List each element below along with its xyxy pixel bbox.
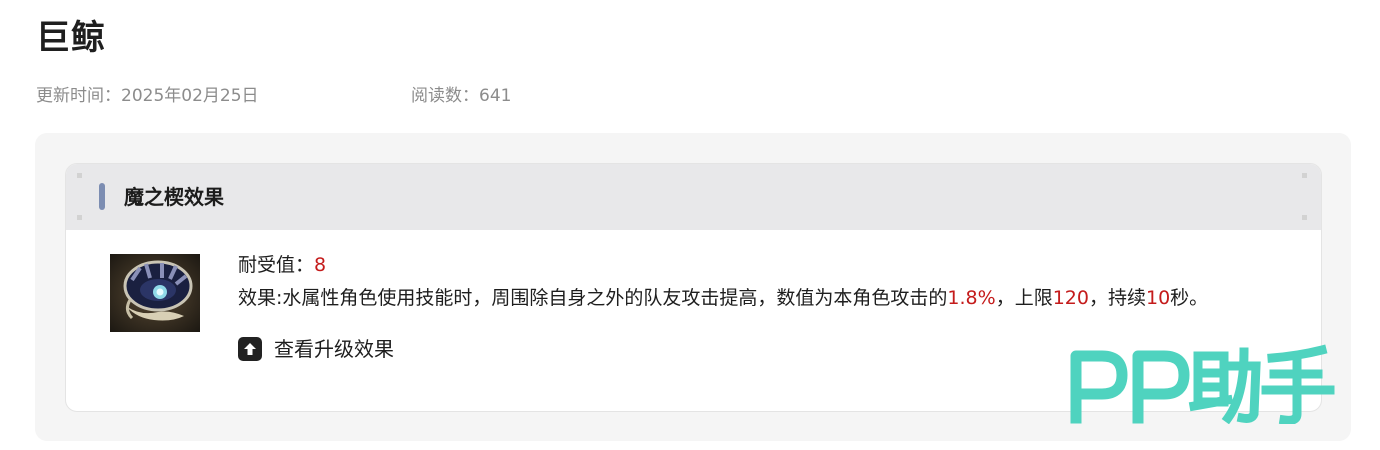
effect-percent: 1.8% (947, 287, 996, 309)
effect-text: 秒。 (1170, 287, 1209, 309)
effect-duration: 10 (1145, 287, 1171, 309)
effect-text: 效果:水属性角色使用技能时，周围除自身之外的队友攻击提高，数值为本角色攻击的 (238, 287, 948, 309)
stat-value: 8 (314, 254, 327, 276)
corner-dot (1302, 215, 1307, 220)
corner-dot (1302, 173, 1307, 178)
whale-wedge-item-icon (110, 254, 200, 332)
effect-text: ，上限 (995, 287, 1053, 309)
effect-description: 效果:水属性角色使用技能时，周围除自身之外的队友攻击提高，数值为本角色攻击的1.… (238, 284, 1208, 312)
header-accent-bar (99, 183, 105, 210)
effect-cap: 120 (1052, 287, 1089, 309)
update-time: 更新时间：2025年02月25日 (36, 86, 259, 106)
page: 巨鲸 更新时间：2025年02月25日 阅读数：641 魔之楔效果 耐受值：8 … (0, 0, 1380, 450)
stat-line: 耐受值：8 (238, 251, 326, 279)
upgrade-label: 查看升级效果 (274, 337, 394, 361)
page-title: 巨鲸 (36, 18, 106, 58)
read-count: 阅读数：641 (411, 86, 512, 106)
view-upgrade-link[interactable]: 查看升级效果 (238, 335, 394, 363)
corner-dot (77, 215, 82, 220)
stat-label: 耐受值： (238, 254, 315, 276)
corner-dot (77, 173, 82, 178)
pp-assistant-watermark (1068, 344, 1338, 425)
arrow-up-icon (238, 337, 262, 361)
effect-text: ，持续 (1088, 287, 1146, 309)
card-header: 魔之楔效果 (66, 164, 1321, 230)
card-title: 魔之楔效果 (124, 185, 224, 209)
